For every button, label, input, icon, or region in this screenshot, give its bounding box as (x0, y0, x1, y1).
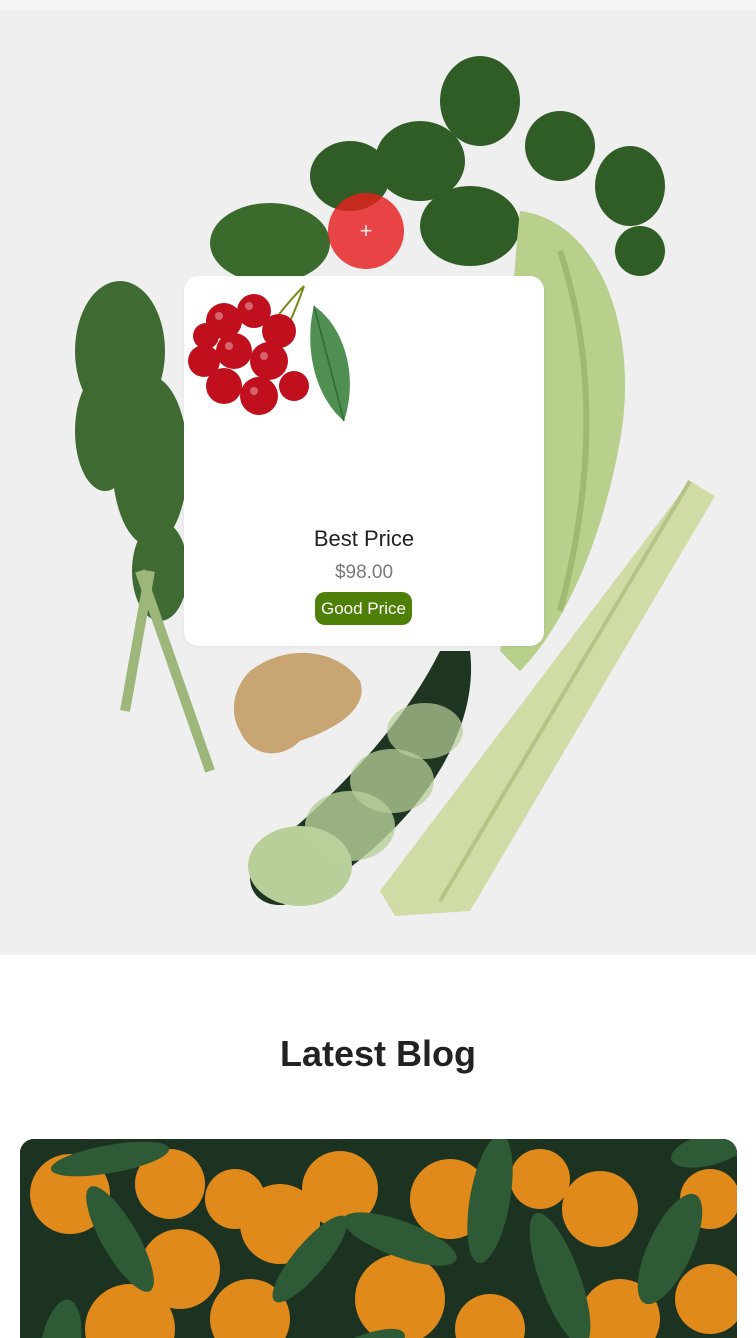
cherries-image (188, 285, 350, 422)
good-price-badge[interactable]: Good Price (315, 592, 412, 625)
blog-post-card[interactable] (20, 1139, 737, 1338)
product-name: Best Price (313, 526, 415, 551)
latest-blog-heading: Latest Blog (279, 1033, 476, 1074)
oranges-with-leaves-image (20, 1139, 737, 1338)
product-hotspot-button[interactable]: + (328, 193, 404, 269)
hero-section: + Best Price $98.00 Good Price (0, 11, 756, 955)
product-price: $98.00 (334, 562, 394, 583)
top-strip (0, 0, 756, 11)
page: + Best Price $98.00 Good Price Latest Bl… (0, 0, 756, 1338)
product-popup-card[interactable]: Best Price $98.00 Good Price (184, 276, 544, 646)
plus-icon: + (359, 218, 373, 243)
